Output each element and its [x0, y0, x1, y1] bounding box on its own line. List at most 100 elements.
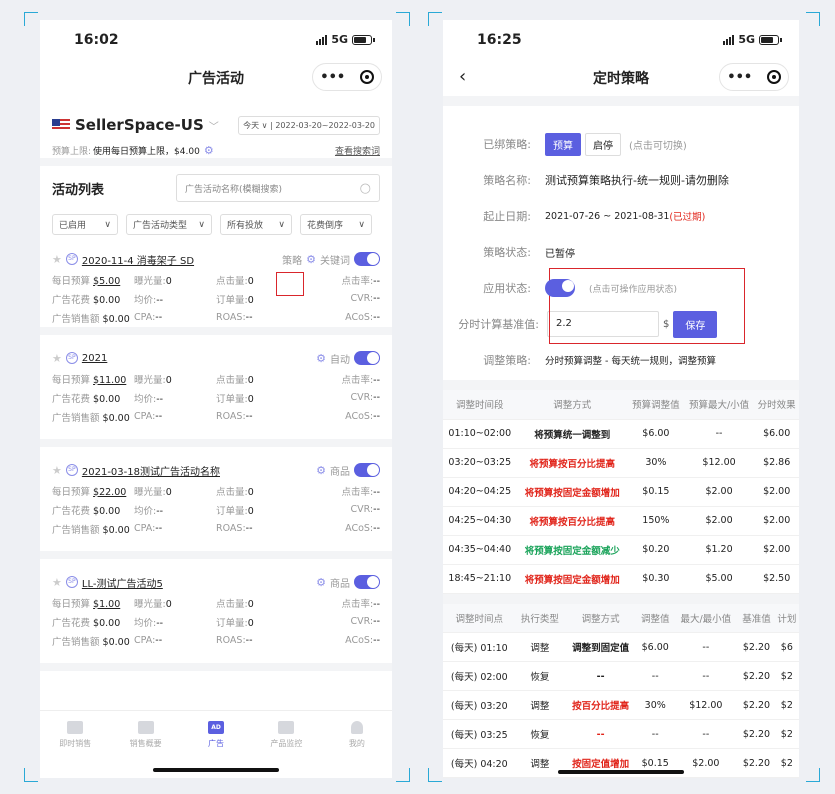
- strategy-budget-button[interactable]: 预算: [545, 132, 581, 156]
- metric-label: 广告销售额: [52, 636, 100, 648]
- close-target-icon[interactable]: [359, 70, 374, 84]
- monitor-icon: [278, 721, 295, 734]
- mode-cell: --: [564, 661, 638, 691]
- battery-icon: [352, 34, 375, 45]
- mini-program-capsule[interactable]: •••: [312, 63, 382, 91]
- plan-cell: $2: [774, 690, 799, 720]
- strategy-onoff-button[interactable]: 启停: [585, 132, 621, 156]
- campaign-card[interactable]: ★ SP 2020-11-4 消毒架子 SD 策略 ⚙ 关键词 每日预算 $5.…: [40, 240, 392, 335]
- date-label: 起止日期:: [483, 210, 531, 223]
- state-label: 策略状态:: [483, 246, 531, 259]
- cvr-value: --: [373, 504, 380, 515]
- roas-value: --: [245, 523, 253, 534]
- type-cell: 恢复: [515, 719, 565, 749]
- effect-cell: $2.00: [754, 477, 799, 507]
- user-icon: [350, 721, 363, 734]
- settings-gear-icon[interactable]: ⚙: [204, 144, 214, 157]
- cvr-value: --: [373, 616, 380, 627]
- date-range[interactable]: 2022-03-20~2022-03-20: [275, 121, 375, 130]
- store-name[interactable]: SellerSpace-US: [75, 116, 204, 134]
- star-icon[interactable]: ★: [52, 576, 62, 589]
- more-icon[interactable]: •••: [727, 70, 752, 85]
- more-icon[interactable]: •••: [320, 70, 345, 85]
- campaign-toggle[interactable]: [354, 463, 380, 477]
- campaign-card[interactable]: ★ SP 2021-03-18测试广告活动名称 ⚙ 商品 每日预算 $22.00…: [40, 447, 392, 559]
- mode-cell: 将预算按百分比提高: [516, 448, 629, 478]
- limit-cell: --: [683, 419, 755, 449]
- value-cell: $0.15: [628, 477, 684, 507]
- frame-corner: [24, 12, 38, 26]
- column-header: 分时效果: [754, 390, 799, 420]
- metric-row: 广告销售额 $0.00 CPA:-- ROAS:-- ACoS:--: [52, 631, 380, 650]
- campaign-name[interactable]: LL-测试广告活动5: [82, 575, 163, 590]
- filter-sort[interactable]: 花费倒序 ∨: [300, 214, 372, 235]
- campaign-name[interactable]: 2021: [82, 353, 107, 364]
- type-cell: 调整: [515, 748, 565, 778]
- table-row: (每天) 01:10 调整 调整到固定值 $6.00 -- $2.20 $6: [443, 632, 799, 662]
- daily-budget-value[interactable]: $5.00: [93, 276, 120, 287]
- search-box[interactable]: 广告活动名称(模糊搜索) ○: [176, 174, 380, 202]
- close-target-icon[interactable]: [766, 70, 781, 84]
- metric-label: 曝光量: [134, 486, 163, 498]
- filter-targeting[interactable]: 所有投放 ∨: [220, 214, 292, 235]
- filter-status[interactable]: 已启用 ∨: [52, 214, 118, 235]
- tab-label: 我的: [348, 739, 365, 748]
- tab-me[interactable]: 我的: [322, 711, 392, 778]
- search-placeholder: 广告活动名称(模糊搜索): [185, 184, 283, 195]
- tab-label: 即时销售: [59, 739, 92, 748]
- frame-corner: [806, 768, 820, 782]
- limit-cell: $1.20: [683, 535, 755, 565]
- metric-label: 点击量: [216, 275, 245, 287]
- table-row: 04:25~04:30 将预算按百分比提高 150% $2.00 $2.00: [443, 506, 799, 536]
- time-cell: (每天) 03:20: [443, 690, 516, 720]
- metric-label: 均价:: [134, 617, 157, 629]
- acos-value: --: [373, 523, 380, 534]
- metric-label: 广告花费: [52, 294, 91, 306]
- ctr-value: --: [373, 374, 380, 386]
- search-icon[interactable]: ○: [360, 181, 371, 196]
- metric-row: 广告花费 $0.00 均价:-- 订单量:0 CVR:--: [52, 616, 380, 629]
- campaign-card[interactable]: ★ SP 2021 ⚙ 自动 每日预算 $11.00 曝光量:0 点击量:0 点…: [40, 335, 392, 447]
- mode-cell: 按百分比提高: [564, 690, 638, 720]
- mini-program-capsule[interactable]: •••: [719, 63, 789, 91]
- star-icon[interactable]: ★: [52, 253, 62, 266]
- star-icon[interactable]: ★: [52, 352, 62, 365]
- campaign-toggle[interactable]: [354, 252, 380, 266]
- status-bar: 16:25 5G: [443, 20, 799, 60]
- chevron-down-icon: ∨: [278, 219, 285, 230]
- settings-gear-icon[interactable]: ⚙: [316, 576, 326, 589]
- campaign-name[interactable]: 2021-03-18测试广告活动名称: [82, 463, 220, 478]
- plan-cell: $2: [774, 748, 799, 778]
- metric-label: 广告销售额: [52, 524, 100, 536]
- settings-gear-icon[interactable]: ⚙: [316, 352, 326, 365]
- table-row: (每天) 03:20 调整 按百分比提高 30% $12.00 $2.20 $2: [443, 690, 799, 720]
- date-range-picker[interactable]: 今天 ∨ | 2022-03-20~2022-03-20: [238, 115, 380, 135]
- metric-label: 均价:: [134, 393, 157, 405]
- clicks-value: 0: [247, 598, 254, 610]
- metric-label: 点击率:: [341, 374, 374, 386]
- execution-table: 调整时间点 执行类型 调整方式 调整值 最大/最小值 基准值 计划 (每天) 01:10 调…: [443, 603, 799, 778]
- strategy-name-label: 策略名称:: [483, 174, 531, 187]
- campaign-toggle[interactable]: [354, 351, 380, 365]
- metric-label: CPA:: [134, 523, 156, 534]
- daily-budget-value[interactable]: $1.00: [93, 599, 120, 610]
- view-search-terms-link[interactable]: 查看搜索词: [335, 144, 380, 157]
- strategy-link[interactable]: 策略: [282, 252, 302, 267]
- filter-campaign-type[interactable]: 广告活动类型 ∨: [126, 214, 212, 235]
- settings-gear-icon[interactable]: ⚙: [306, 253, 316, 266]
- strategy-state: 已暂停: [545, 248, 575, 260]
- campaign-name[interactable]: 2020-11-4 消毒架子 SD: [82, 252, 194, 267]
- daily-budget-value[interactable]: $11.00: [93, 375, 126, 386]
- settings-gear-icon[interactable]: ⚙: [316, 464, 326, 477]
- apply-state-toggle[interactable]: [545, 279, 575, 297]
- period-select[interactable]: 今天: [243, 121, 259, 130]
- chevron-down-icon[interactable]: ﹀: [209, 118, 219, 133]
- campaign-card[interactable]: ★ SP LL-测试广告活动5 ⚙ 商品 每日预算 $1.00 曝光量:0 点击…: [40, 559, 392, 671]
- campaign-toggle[interactable]: [354, 575, 380, 589]
- metric-row: 广告销售额 $0.00 CPA:-- ROAS:-- ACoS:--: [52, 519, 380, 538]
- home-indicator: [558, 770, 684, 774]
- acos-value: --: [373, 411, 380, 422]
- daily-budget-value[interactable]: $22.00: [93, 487, 126, 498]
- tab-realtime-sales[interactable]: 即时销售: [40, 711, 110, 778]
- star-icon[interactable]: ★: [52, 464, 62, 477]
